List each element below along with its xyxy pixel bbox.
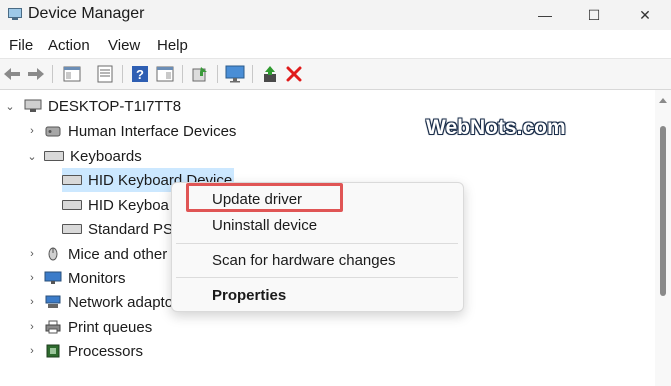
show-hide-console-icon[interactable]: [62, 64, 82, 84]
tree-item-label: Mice and other: [68, 245, 168, 263]
minimize-button[interactable]: —: [525, 2, 565, 28]
computer-icon: [24, 99, 42, 112]
keyboard-icon: [44, 149, 64, 163]
tree-item-mice[interactable]: Mice and other: [44, 242, 167, 266]
tree-item-monitors[interactable]: Monitors: [44, 266, 126, 290]
help-icon[interactable]: ?: [130, 64, 150, 84]
tree-item-label: Monitors: [68, 269, 126, 287]
menu-item-scan-hardware[interactable]: Scan for hardware changes: [212, 252, 395, 269]
scroll-up-icon[interactable]: [659, 98, 667, 103]
menu-separator: [176, 277, 458, 278]
menu-item-uninstall-device[interactable]: Uninstall device: [212, 217, 317, 234]
processor-icon: [46, 344, 60, 358]
chevron-right-icon[interactable]: ›: [26, 339, 38, 363]
title-bar: Device Manager — ☐ ✕: [0, 0, 671, 30]
menu-action[interactable]: Action: [48, 37, 90, 54]
scroll-thumb[interactable]: [660, 126, 666, 296]
menu-item-properties[interactable]: Properties: [212, 287, 286, 304]
toolbar: ?: [0, 58, 671, 90]
menu-file[interactable]: File: [9, 37, 33, 54]
tree-item-label: Network adapto: [68, 293, 174, 311]
device-manager-icon: [8, 8, 22, 20]
monitor-icon: [44, 271, 62, 284]
menu-separator: [176, 243, 458, 244]
chevron-right-icon[interactable]: ›: [26, 266, 38, 290]
menu-help[interactable]: Help: [157, 37, 188, 54]
printer-icon: [45, 320, 61, 334]
back-icon[interactable]: [2, 64, 22, 84]
close-button[interactable]: ✕: [625, 2, 665, 28]
tree-child-label: HID Keyboa: [88, 196, 169, 214]
mouse-icon: [48, 247, 58, 261]
tree-item-human-interface-devices[interactable]: Human Interface Devices: [44, 119, 236, 143]
tree-root[interactable]: DESKTOP-T1I7TT8: [24, 94, 181, 118]
tree-item-label: Keyboards: [70, 147, 142, 165]
tree-child-label: Standard PS: [88, 220, 174, 238]
toolbar-separator: [52, 65, 53, 83]
chevron-down-icon[interactable]: ⌄: [26, 144, 38, 168]
update-driver-icon[interactable]: [190, 64, 210, 84]
uninstall-icon[interactable]: [284, 64, 304, 84]
properties-icon[interactable]: [95, 64, 115, 84]
network-adapter-icon: [45, 295, 61, 308]
tree-item-label: Human Interface Devices: [68, 122, 237, 140]
toolbar-separator: [252, 65, 253, 83]
window-title: Device Manager: [28, 5, 145, 22]
highlight-box: [186, 183, 343, 212]
tree-item-processors[interactable]: Processors: [44, 339, 143, 363]
hid-icon: [45, 126, 61, 137]
toolbar-separator: [122, 65, 123, 83]
chevron-right-icon[interactable]: ›: [26, 315, 38, 339]
tree-item-label: Processors: [68, 342, 144, 360]
monitor-icon[interactable]: [225, 64, 245, 84]
maximize-button[interactable]: ☐: [574, 2, 614, 28]
chevron-right-icon[interactable]: ›: [26, 119, 38, 143]
vertical-scrollbar[interactable]: [655, 90, 671, 386]
menu-bar: File Action View Help: [0, 32, 671, 56]
chevron-down-icon[interactable]: ⌄: [4, 94, 16, 118]
keyboard-icon: [62, 198, 82, 212]
tree-item-network-adapters[interactable]: Network adapto: [44, 290, 173, 314]
tree-child-hid-keyboard-device-2[interactable]: HID Keyboa: [62, 193, 169, 217]
toolbar-separator: [217, 65, 218, 83]
tree-item-keyboards[interactable]: Keyboards: [44, 144, 142, 168]
chevron-right-icon[interactable]: ›: [26, 242, 38, 266]
svg-text:?: ?: [136, 67, 144, 82]
watermark: WebNots.com: [426, 116, 566, 139]
toolbar-separator: [182, 65, 183, 83]
enable-device-icon[interactable]: [260, 64, 280, 84]
tree-root-label: DESKTOP-T1I7TT8: [48, 97, 182, 115]
action-pane-icon[interactable]: [155, 64, 175, 84]
menu-view[interactable]: View: [108, 37, 140, 54]
keyboard-icon: [62, 222, 82, 236]
chevron-right-icon[interactable]: ›: [26, 290, 38, 314]
tree-child-standard-ps2-keyboard[interactable]: Standard PS: [62, 217, 173, 241]
tree-item-print-queues[interactable]: Print queues: [44, 315, 152, 339]
keyboard-icon: [62, 173, 82, 187]
forward-icon[interactable]: [26, 64, 46, 84]
tree-item-label: Print queues: [68, 318, 153, 336]
